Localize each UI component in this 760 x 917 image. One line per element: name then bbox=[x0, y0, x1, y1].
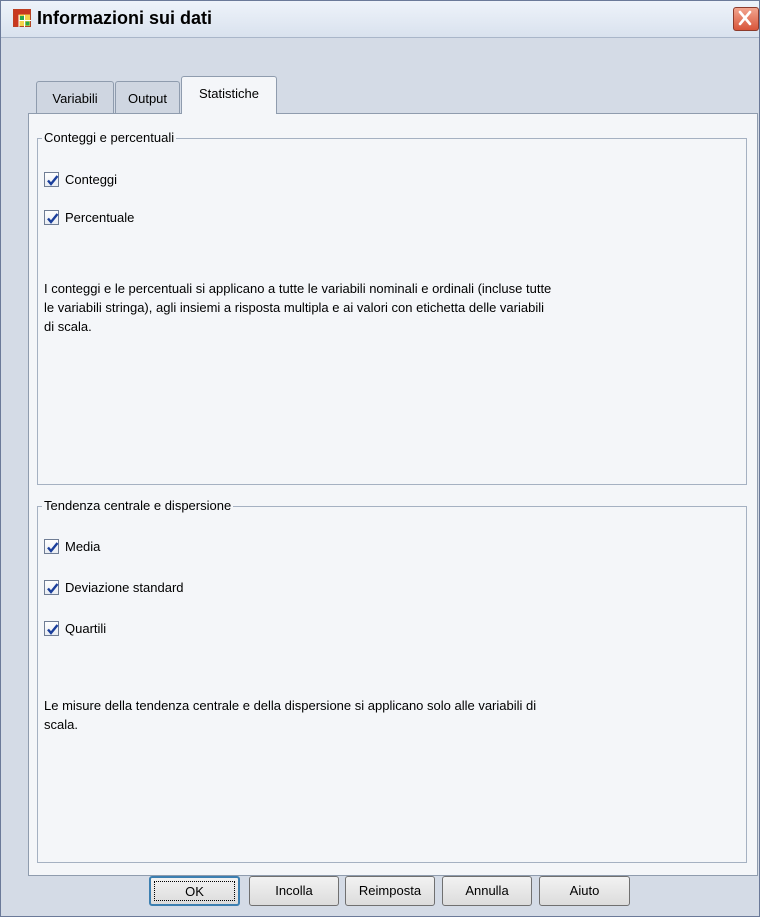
cancel-button-label: Annulla bbox=[465, 883, 509, 898]
checkbox-label: Deviazione standard bbox=[65, 580, 184, 595]
checkbox-label: Conteggi bbox=[65, 172, 118, 187]
close-button[interactable] bbox=[733, 7, 759, 31]
checkmark-icon bbox=[47, 542, 59, 553]
description-line: le variabili stringa), agli insiemi a ri… bbox=[44, 300, 545, 315]
paste-button[interactable]: Incolla bbox=[249, 876, 339, 906]
dialog-window: Informazioni sui dati Variabili Output S… bbox=[0, 0, 760, 917]
description-line: di scala. bbox=[44, 319, 92, 334]
tab-variabili[interactable]: Variabili bbox=[36, 81, 114, 113]
checkbox-box[interactable] bbox=[44, 172, 59, 187]
tab-statistiche[interactable]: Statistiche bbox=[181, 76, 277, 114]
checkbox-label: Percentuale bbox=[65, 210, 135, 225]
checkmark-icon bbox=[47, 175, 59, 186]
checkmark-icon bbox=[47, 213, 59, 224]
central-description: Le misure della tendenza centrale e dell… bbox=[44, 696, 734, 734]
description-line: Le misure della tendenza centrale e dell… bbox=[44, 698, 537, 713]
cancel-button[interactable]: Annulla bbox=[442, 876, 532, 906]
reset-button-label: Reimposta bbox=[358, 883, 422, 898]
tab-panel-statistiche: Conteggi e percentuali Conteggi Percentu… bbox=[28, 113, 758, 876]
central-tendency-group: Tendenza centrale e dispersione Media De… bbox=[37, 498, 747, 863]
dialog-body: Variabili Output Statistiche Conteggi e … bbox=[6, 38, 758, 912]
reset-button[interactable]: Reimposta bbox=[345, 876, 435, 906]
title-bar[interactable]: Informazioni sui dati bbox=[1, 1, 759, 38]
group-legend: Tendenza centrale e dispersione bbox=[42, 498, 234, 513]
checkbox-label: Media bbox=[65, 539, 101, 554]
focus-ring bbox=[154, 881, 235, 901]
checkbox-box[interactable] bbox=[44, 539, 59, 554]
help-button-label: Aiuto bbox=[569, 883, 600, 898]
checkmark-icon bbox=[47, 583, 59, 594]
help-button[interactable]: Aiuto bbox=[539, 876, 630, 906]
description-line: scala. bbox=[44, 717, 78, 732]
checkbox-box[interactable] bbox=[44, 621, 59, 636]
window-title: Informazioni sui dati bbox=[37, 8, 213, 28]
counts-percentages-group: Conteggi e percentuali Conteggi Percentu… bbox=[37, 130, 747, 485]
description-line: I conteggi e le percentuali si applicano… bbox=[44, 281, 552, 296]
tab-output[interactable]: Output bbox=[115, 81, 180, 113]
data-grid-icon bbox=[13, 9, 31, 27]
checkbox-box[interactable] bbox=[44, 210, 59, 225]
checkbox-box[interactable] bbox=[44, 580, 59, 595]
counts-description: I conteggi e le percentuali si applicano… bbox=[44, 279, 734, 336]
paste-button-label: Incolla bbox=[275, 883, 313, 898]
group-legend: Conteggi e percentuali bbox=[42, 130, 177, 145]
ok-button[interactable]: OK bbox=[149, 876, 240, 906]
close-icon bbox=[734, 10, 756, 31]
checkmark-icon bbox=[47, 624, 59, 635]
checkbox-label: Quartili bbox=[65, 621, 107, 636]
